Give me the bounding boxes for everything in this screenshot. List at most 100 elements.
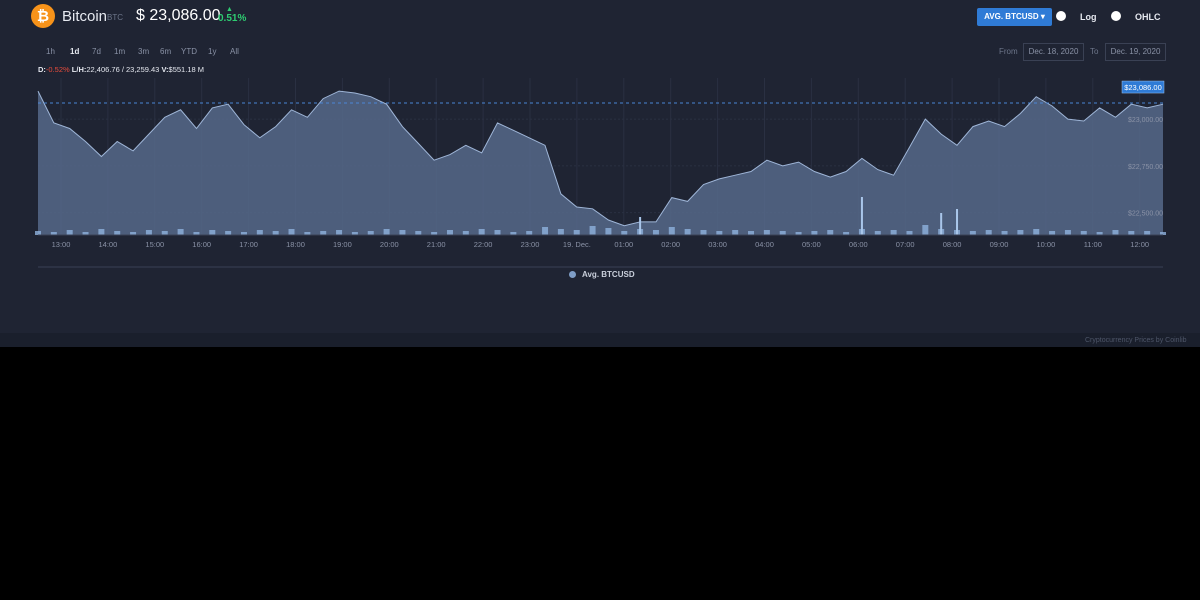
x-tick-label: 22:00	[474, 240, 493, 249]
x-tick-label: 10:00	[1037, 240, 1056, 249]
volume-bar	[383, 229, 390, 235]
chart-legend[interactable]: Avg. BTCUSD	[569, 270, 635, 279]
volume-bar	[827, 230, 834, 235]
bitcoin-icon: ₿	[31, 4, 55, 28]
volume-bar	[716, 231, 723, 235]
volume-spike	[940, 213, 943, 235]
range-7d[interactable]: 7d	[92, 47, 101, 56]
range-1m[interactable]: 1m	[114, 47, 125, 56]
volume-bar	[542, 227, 549, 235]
volume-bar	[811, 231, 818, 235]
range-ytd[interactable]: YTD	[181, 47, 197, 56]
x-tick-label: 21:00	[427, 240, 446, 249]
volume-bar	[779, 231, 786, 235]
x-tick-label: 20:00	[380, 240, 399, 249]
x-tick-label: 19:00	[333, 240, 352, 249]
coin-name: Bitcoin	[62, 8, 108, 25]
stats-line: D:-0.52% L/H:22,406.76 / 23,259.43 V:$55…	[38, 65, 204, 74]
range-all[interactable]: All	[230, 47, 239, 56]
volume-bar	[1080, 231, 1087, 235]
volume-bar	[1128, 231, 1135, 235]
ohlc-toggle[interactable]	[1111, 11, 1121, 21]
x-tick-label: 19. Dec.	[563, 240, 591, 249]
volume-bar	[446, 230, 453, 235]
volume-bar	[1033, 229, 1040, 235]
caret-down-icon: ▾	[1040, 12, 1045, 21]
volume-bar	[66, 230, 73, 235]
volume-bar	[684, 229, 691, 235]
volume-bar	[985, 230, 992, 235]
volume-bar	[890, 230, 897, 235]
x-tick-label: 14:00	[99, 240, 118, 249]
range-1d[interactable]: 1d	[70, 47, 79, 56]
y-tick-label: $22,750.00	[1128, 164, 1163, 171]
volume-bar	[256, 230, 263, 235]
x-tick-label: 23:00	[521, 240, 540, 249]
range-1h[interactable]: 1h	[46, 47, 55, 56]
price-widget: ₿ Bitcoin BTC $ 23,086.00 ▲ 0.51% AVG. B…	[0, 0, 1200, 347]
from-label: From	[999, 47, 1018, 56]
volume-bar	[1001, 231, 1008, 235]
x-tick-label: 08:00	[943, 240, 962, 249]
x-tick-label: 18:00	[286, 240, 305, 249]
volume-bar	[668, 227, 675, 235]
volume-bar	[748, 231, 755, 235]
volume-bar	[573, 230, 580, 235]
volume-spike	[860, 197, 863, 235]
pair-select-button[interactable]: AVG. BTCUSD ▾	[977, 8, 1052, 26]
legend-label: Avg. BTCUSD	[582, 270, 635, 279]
range-1y[interactable]: 1y	[208, 47, 216, 56]
v-value: $551.18 M	[168, 65, 204, 74]
volume-bar	[1144, 231, 1151, 235]
d-label: D:	[38, 65, 46, 74]
volume-bar	[763, 230, 770, 235]
lh-value: 22,406.76 / 23,259.43	[86, 65, 160, 74]
up-arrow-icon: ▲	[226, 6, 233, 13]
volume-bar	[225, 231, 232, 235]
x-tick-label: 01:00	[614, 240, 633, 249]
volume-bar	[320, 231, 327, 235]
from-date-input[interactable]: Dec. 18, 2020	[1023, 43, 1084, 61]
price-chart[interactable]: $23,086.00 $22,500.00 $22,750.00 $23,000.00…	[0, 78, 1200, 268]
volume-bar	[1112, 230, 1119, 235]
lh-label: L/H:	[71, 65, 87, 74]
volume-bar	[732, 230, 739, 235]
volume-bar	[526, 231, 533, 235]
credits-link[interactable]: Cryptocurrency Prices by Coinlib	[1085, 337, 1187, 344]
volume-bar	[272, 231, 279, 235]
volume-bar	[652, 230, 659, 235]
volume-spike	[956, 209, 959, 235]
volume-bar	[367, 231, 374, 235]
x-tick-label: 17:00	[239, 240, 258, 249]
x-tick-label: 11:00	[1084, 240, 1102, 249]
x-tick-label: 03:00	[708, 240, 727, 249]
x-tick-label: 13:00	[52, 240, 71, 249]
log-toggle[interactable]	[1056, 11, 1066, 21]
to-label: To	[1090, 47, 1099, 56]
volume-bar	[589, 226, 596, 235]
volume-bar	[906, 231, 913, 235]
volume-bar	[922, 225, 929, 235]
range-3m[interactable]: 3m	[138, 47, 149, 56]
x-tick-label: 06:00	[849, 240, 868, 249]
volume-bar	[1017, 230, 1024, 235]
y-tick-label: $23,000.00	[1128, 117, 1163, 124]
range-6m[interactable]: 6m	[160, 47, 171, 56]
volume-bar	[415, 231, 422, 235]
x-tick-label: 07:00	[896, 240, 915, 249]
x-tick-label: 05:00	[802, 240, 821, 249]
volume-bar	[98, 229, 105, 235]
volume-bar	[161, 231, 168, 235]
current-price-badge-label: $23,086.00	[1124, 83, 1162, 92]
volume-bar	[969, 231, 976, 235]
volume-bar	[874, 231, 881, 235]
volume-bar	[177, 229, 184, 235]
current-price: $ 23,086.00	[136, 7, 221, 24]
price-change: 0.51%	[218, 13, 247, 24]
ohlc-label: OHLC	[1135, 12, 1161, 22]
x-tick-label: 12:00	[1130, 240, 1149, 249]
widget-header: ₿ Bitcoin BTC $ 23,086.00 ▲ 0.51% AVG. B…	[0, 0, 1200, 36]
to-date-input[interactable]: Dec. 19, 2020	[1105, 43, 1166, 61]
x-tick-label: 16:00	[192, 240, 211, 249]
x-tick-label: 02:00	[661, 240, 680, 249]
